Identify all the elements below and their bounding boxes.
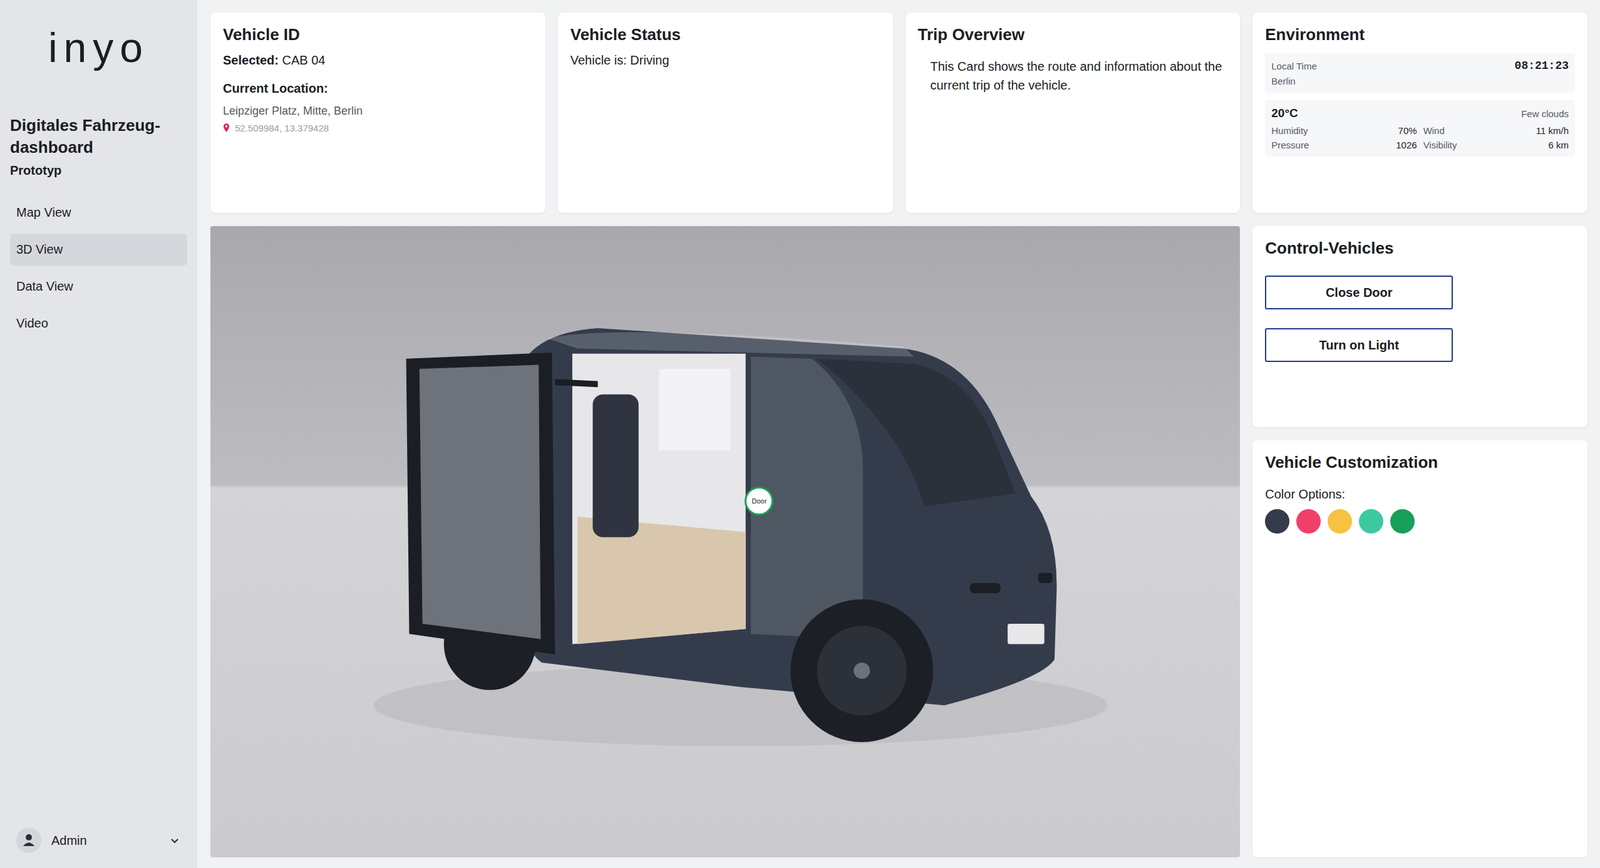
control-vehicles-card: Control-Vehicles Close Door Turn on Light — [1252, 226, 1588, 428]
card-title: Vehicle ID — [222, 25, 533, 45]
vehicle-status-card: Vehicle Status Vehicle is: Driving — [557, 12, 893, 213]
environment-card: Environment Local Time 08:21:23 Berlin 2… — [1252, 12, 1588, 213]
sidebar-nav: Map View 3D View Data View Video — [10, 196, 188, 340]
sidebar-item[interactable]: Map View — [10, 196, 188, 229]
color-options-label: Color Options: — [1264, 487, 1575, 502]
time-label: Local Time — [1271, 60, 1317, 72]
main-content: Vehicle ID Selected: CAB 04 Current Loca… — [197, 0, 1600, 868]
status-text: Vehicle is: Driving — [570, 53, 881, 68]
color-swatch[interactable] — [1296, 509, 1321, 534]
local-time: 08:21:23 — [1514, 59, 1569, 73]
user-name: Admin — [51, 833, 159, 848]
sidebar-item[interactable]: Video — [10, 307, 188, 340]
card-title: Control-Vehicles — [1264, 238, 1575, 259]
chevron-down-icon — [168, 834, 181, 847]
vehicle-id-card: Vehicle ID Selected: CAB 04 Current Loca… — [210, 12, 546, 213]
control-button[interactable]: Turn on Light — [1264, 328, 1453, 362]
vehicle-model[interactable] — [210, 226, 1240, 858]
selected-vehicle: Selected: CAB 04 — [222, 53, 533, 68]
user-menu[interactable]: Admin — [10, 827, 188, 853]
color-swatch[interactable] — [1264, 509, 1290, 534]
logo: inyo — [10, 25, 188, 71]
weather-stat: Humidity 70% — [1271, 125, 1417, 136]
address: Leipziger Platz, Mitte, Berlin — [222, 104, 533, 118]
3d-viewer[interactable]: Door — [210, 226, 1240, 858]
card-title: Vehicle Customization — [1264, 452, 1575, 473]
weather-stat: Pressure 1026 — [1271, 139, 1417, 151]
card-title: Vehicle Status — [570, 25, 881, 45]
color-swatch[interactable] — [1358, 509, 1384, 534]
condition: Few clouds — [1521, 108, 1569, 119]
dashboard: inyo Digitales Fahrzeug-dashboard Protot… — [0, 0, 1600, 868]
color-swatch[interactable] — [1390, 509, 1415, 534]
sidebar: inyo Digitales Fahrzeug-dashboard Protot… — [0, 0, 198, 868]
coordinates: 52.509984, 13.379428 — [222, 122, 533, 134]
weather-stat: Wind 11 km/h — [1423, 125, 1569, 136]
temperature: 20°C — [1271, 106, 1298, 121]
time-box: Local Time 08:21:23 Berlin — [1264, 53, 1575, 93]
control-button[interactable]: Close Door — [1264, 275, 1453, 310]
city: Berlin — [1271, 75, 1569, 87]
app-title: Digitales Fahrzeug-dashboard — [10, 114, 188, 159]
trip-text: This Card shows the route and informatio… — [918, 56, 1229, 95]
trip-overview-card: Trip Overview This Card shows the route … — [905, 12, 1241, 213]
card-title: Environment — [1264, 25, 1575, 45]
card-title: Trip Overview — [918, 25, 1229, 45]
door-hotspot[interactable]: Door — [744, 486, 774, 516]
sidebar-item[interactable]: Data View — [10, 270, 188, 303]
color-swatch[interactable] — [1327, 509, 1353, 534]
user-icon — [16, 827, 42, 853]
weather-box: 20°C Few clouds Humidity 70% Wind 11 km/h… — [1264, 100, 1575, 157]
location-label: Current Location: — [222, 81, 533, 96]
weather-stat: Visibility 6 km — [1423, 139, 1569, 151]
pin-icon — [222, 123, 230, 133]
sidebar-item[interactable]: 3D View — [10, 233, 188, 266]
app-subtitle: Prototyp — [10, 163, 188, 178]
vehicle-customization-card: Vehicle Customization Color Options: — [1252, 440, 1588, 858]
